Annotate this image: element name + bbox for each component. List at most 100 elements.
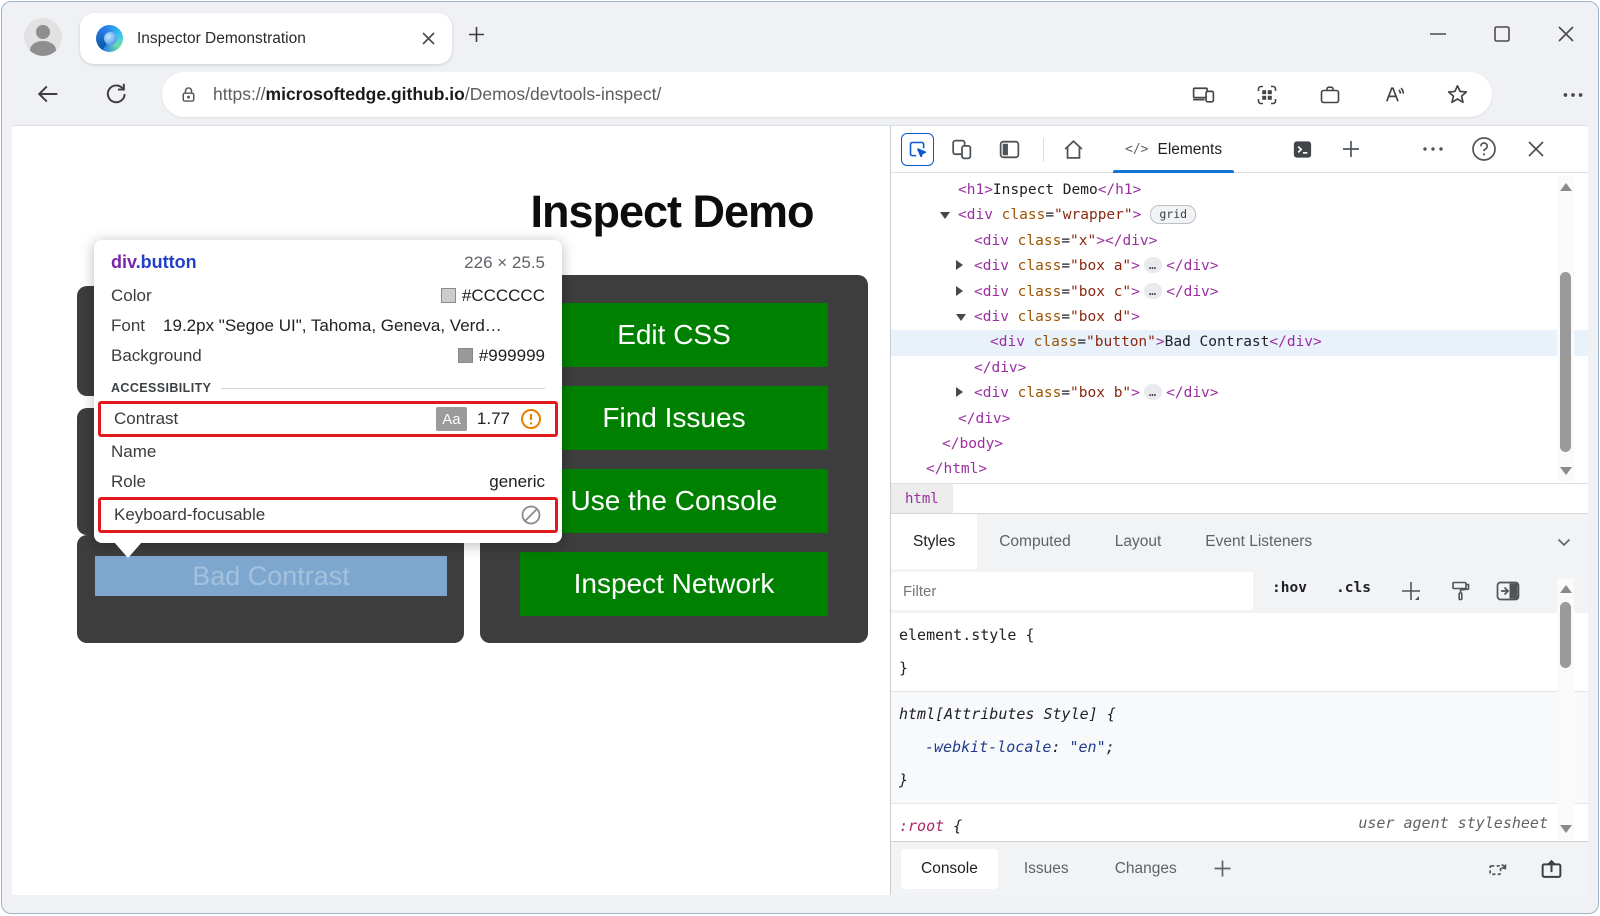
expand-quick-view-icon[interactable] — [1539, 856, 1564, 881]
tooltip-info-row: Color#CCCCCC — [94, 281, 562, 311]
sidebar-tab-layout[interactable]: Layout — [1093, 514, 1184, 569]
dom-tree-line[interactable]: <div class="box a">…</div> — [891, 254, 1588, 279]
dom-tree-line[interactable]: <div class="x"></div> — [891, 229, 1588, 254]
browser-toolbar: https://microsoftedge.github.io/Demos/de… — [2, 64, 1598, 125]
sidebar-tabs: StylesComputedLayoutEvent Listeners — [891, 513, 1588, 569]
grid-badge[interactable]: grid — [1150, 205, 1196, 224]
color-swatch — [458, 348, 473, 363]
keyboard-focusable-row: Keyboard-focusable — [98, 497, 558, 533]
inspect-element-icon[interactable] — [901, 133, 934, 166]
css-line[interactable]: element.style { — [891, 619, 1588, 652]
device-emulation-icon[interactable] — [949, 137, 974, 162]
elements-scrollbar[interactable] — [1557, 176, 1574, 482]
breadcrumb-html[interactable]: html — [891, 484, 953, 514]
new-tab-button[interactable] — [468, 26, 485, 43]
open-styles-panel-icon[interactable] — [1495, 578, 1521, 604]
tab-close-icon[interactable] — [421, 31, 436, 46]
apps-grid-icon[interactable] — [1255, 83, 1279, 107]
dom-tree-line[interactable]: <div class="button">Bad Contrast</div> — [891, 330, 1588, 355]
demo-button-inspect-network[interactable]: Inspect Network — [520, 552, 828, 616]
browser-tab[interactable]: Inspector Demonstration — [80, 13, 452, 64]
back-icon[interactable] — [34, 80, 62, 108]
drawer-bar: ConsoleIssuesChanges — [891, 841, 1588, 895]
dock-side-icon[interactable] — [997, 137, 1022, 162]
drawer-tab-issues[interactable]: Issues — [1004, 849, 1089, 889]
dom-tree: <h1>Inspect Demo</h1><div class="wrapper… — [891, 173, 1588, 483]
hov-toggle[interactable]: :hov — [1272, 580, 1307, 596]
restore-drawer-icon[interactable] — [1486, 856, 1511, 881]
lock-icon[interactable] — [178, 84, 199, 105]
briefcase-icon[interactable] — [1318, 83, 1342, 107]
css-line[interactable]: -webkit-locale: "en"; — [891, 731, 1588, 764]
dom-tree-line[interactable]: <div class="box b">…</div> — [891, 381, 1588, 406]
tooltip-info-row: Background#999999 — [94, 341, 562, 371]
contrast-aa-badge: Aa — [436, 407, 467, 431]
dom-tree-line[interactable]: </div> — [891, 356, 1588, 381]
console-drawer-icon[interactable] — [1291, 138, 1314, 161]
favorites-star-icon[interactable] — [1445, 82, 1470, 107]
accessibility-section-header: ACCESSIBILITY — [94, 371, 562, 401]
edge-logo-icon — [96, 25, 123, 52]
dom-tree-line[interactable]: <h1>Inspect Demo</h1> — [891, 178, 1588, 203]
styles-filter-bar: :hov .cls — [891, 569, 1588, 613]
sidebar-tab-event-listeners[interactable]: Event Listeners — [1183, 514, 1334, 569]
sidebar-tab-computed[interactable]: Computed — [977, 514, 1093, 569]
collapsed-content-icon[interactable]: … — [1144, 384, 1162, 400]
page-title: Inspect Demo — [452, 186, 890, 238]
dom-tree-line[interactable]: </div> — [891, 407, 1588, 432]
minimize-icon[interactable] — [1428, 24, 1448, 44]
tooltip-info-row: Font19.2px "Segoe UI", Tahoma, Geneva, V… — [94, 311, 562, 341]
tab-strip: Inspector Demonstration — [2, 2, 1598, 64]
profile-avatar[interactable] — [24, 18, 62, 56]
close-devtools-icon[interactable] — [1525, 138, 1547, 160]
color-swatch — [441, 288, 456, 303]
address-bar[interactable]: https://microsoftedge.github.io/Demos/de… — [162, 72, 1492, 117]
add-panel-icon[interactable] — [1341, 139, 1361, 159]
name-row: Name — [94, 437, 562, 467]
new-style-rule-icon[interactable] — [1399, 579, 1423, 603]
send-to-devices-icon[interactable] — [1191, 82, 1216, 107]
tab-elements[interactable]: </> Elements — [1109, 126, 1238, 173]
read-aloud-icon[interactable] — [1381, 82, 1406, 107]
dom-tree-line[interactable]: <div class="box c">…</div> — [891, 280, 1588, 305]
styles-scrollbar[interactable] — [1557, 578, 1574, 840]
dom-tree-line[interactable]: </html> — [891, 457, 1588, 482]
bad-contrast-button[interactable]: Bad Contrast — [95, 556, 447, 596]
demo-button-find-issues[interactable]: Find Issues — [520, 386, 828, 450]
add-drawer-tab-icon[interactable] — [1213, 859, 1232, 878]
styles-pane: element.style {} html[Attributes Style] {… — [891, 613, 1588, 841]
help-icon[interactable] — [1471, 136, 1497, 162]
stylesheet-origin-label: user agent stylesheet — [1358, 814, 1548, 832]
home-icon[interactable] — [1061, 137, 1086, 162]
collapsed-content-icon[interactable]: … — [1144, 283, 1162, 299]
drawer-tab-console[interactable]: Console — [901, 849, 998, 889]
chevron-down-icon[interactable] — [1556, 534, 1572, 550]
sidebar-tab-styles[interactable]: Styles — [891, 514, 977, 569]
css-line[interactable]: } — [891, 652, 1588, 685]
expand-arrow-icon[interactable] — [956, 286, 963, 296]
devtools-panel: </> Elements — [890, 126, 1588, 895]
cls-toggle[interactable]: .cls — [1336, 580, 1371, 596]
contrast-row: Contrast Aa 1.77 — [98, 401, 558, 437]
dom-tree-line[interactable]: <div class="box d"> — [891, 305, 1588, 330]
settings-menu-icon[interactable] — [1560, 82, 1586, 108]
demo-button-edit-css[interactable]: Edit CSS — [520, 303, 828, 367]
dom-tree-line[interactable]: </body> — [891, 432, 1588, 457]
css-rule-section: user agent stylesheet:root {view-transit… — [891, 804, 1588, 841]
collapse-arrow-icon[interactable] — [956, 314, 966, 321]
collapsed-content-icon[interactable]: … — [1144, 257, 1162, 273]
paint-brush-icon[interactable] — [1449, 579, 1473, 603]
more-options-icon[interactable] — [1421, 142, 1445, 156]
css-line[interactable]: } — [891, 764, 1588, 797]
demo-button-use-the-console[interactable]: Use the Console — [520, 469, 828, 533]
filter-input[interactable] — [891, 572, 1253, 610]
close-window-icon[interactable] — [1556, 24, 1576, 44]
drawer-tab-changes[interactable]: Changes — [1095, 849, 1197, 889]
expand-arrow-icon[interactable] — [956, 260, 963, 270]
css-line[interactable]: html[Attributes Style] { — [891, 698, 1588, 731]
maximize-icon[interactable] — [1492, 24, 1512, 44]
refresh-icon[interactable] — [102, 80, 130, 108]
expand-arrow-icon[interactable] — [956, 387, 963, 397]
collapse-arrow-icon[interactable] — [940, 212, 950, 219]
dom-tree-line[interactable]: <div class="wrapper">grid — [891, 203, 1588, 228]
